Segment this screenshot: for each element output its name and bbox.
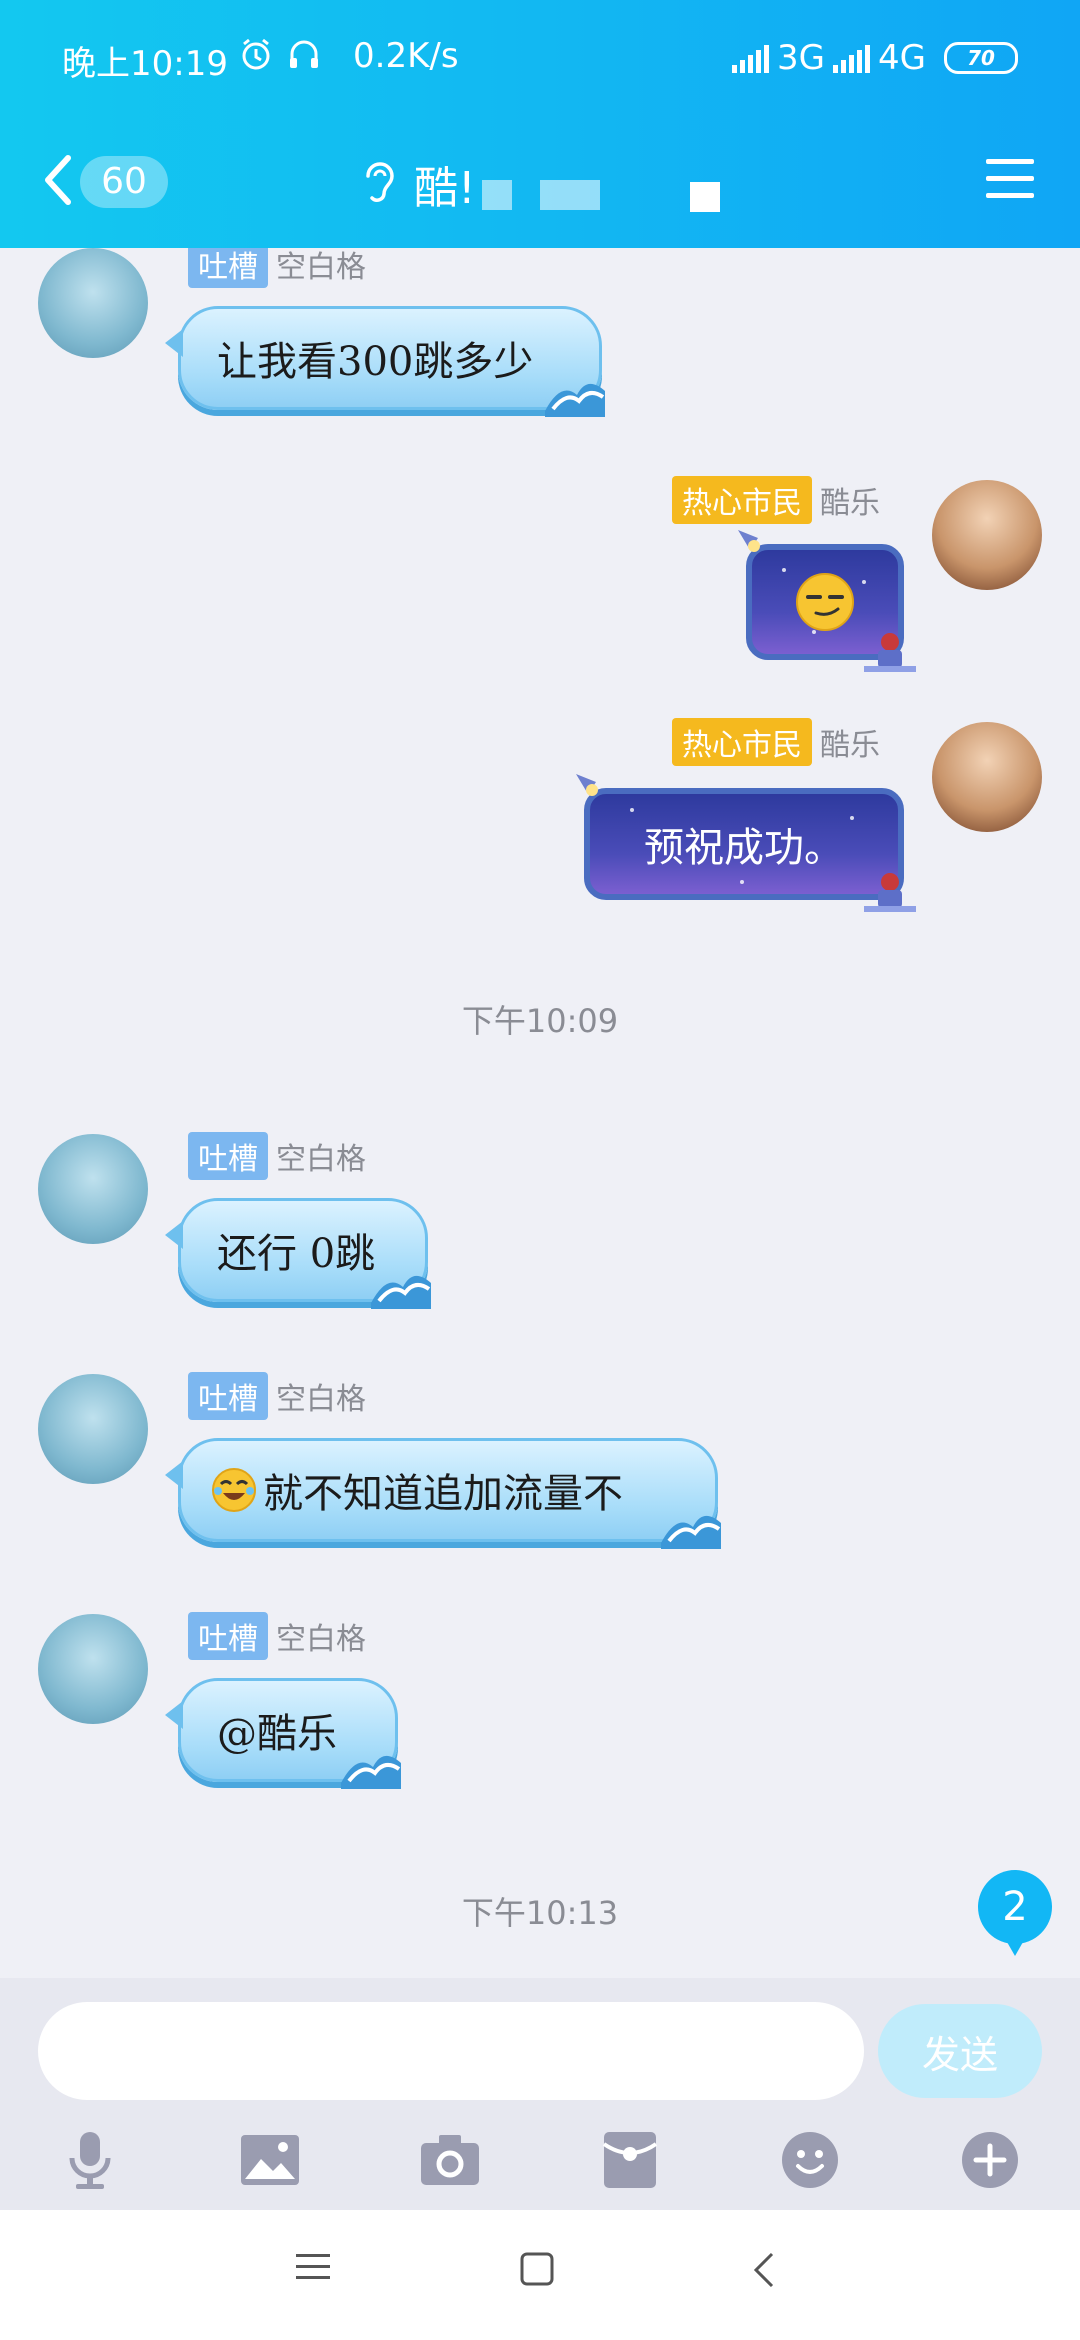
message-bubble[interactable]: 还行 0跳 (165, 1198, 431, 1309)
chat-navbar: 60 酷! (0, 130, 1080, 230)
member-tag: 吐槽 (188, 1372, 268, 1420)
network-type-1: 3G (777, 38, 826, 78)
laugh-cry-emoji-icon (212, 1468, 256, 1512)
member-tag: 吐槽 (188, 1132, 268, 1180)
wave-decoration-icon (661, 1515, 721, 1549)
top-bar: 晚上10:19 0.2K/s 3G 4G 70 60 酷! (0, 0, 1080, 248)
avatar[interactable] (38, 1374, 148, 1484)
desk-decoration-icon (864, 633, 916, 672)
battery-icon: 70 (944, 42, 1018, 74)
menu-icon (984, 159, 1036, 206)
message-bubble[interactable]: 预祝成功。 (576, 774, 916, 912)
red-packet-icon[interactable] (598, 2128, 662, 2192)
recent-apps-button[interactable] (296, 2252, 330, 2286)
wave-decoration-icon (371, 1275, 431, 1309)
signal-icon (732, 43, 770, 73)
message-bubble[interactable]: 让我看300跳多少 (165, 306, 605, 417)
mic-icon[interactable] (58, 2128, 122, 2192)
status-bar: 晚上10:19 0.2K/s 3G 4G 70 (0, 0, 1080, 120)
wave-decoration-icon (545, 383, 605, 417)
back-unread-count: 60 (80, 156, 168, 208)
ear-icon (360, 156, 400, 212)
input-toolbar (0, 2118, 1080, 2198)
timestamp: 下午10:09 (461, 1002, 619, 1040)
message-text: 让我看300跳多少 (217, 339, 534, 385)
avatar[interactable] (38, 1134, 148, 1244)
battery-level: 70 (967, 46, 995, 70)
signal-icon-2 (833, 43, 871, 73)
sender-row: 吐槽 空白格 (188, 1372, 366, 1420)
back-button[interactable]: 60 (40, 152, 168, 212)
chat-title-text: 酷! (414, 163, 476, 214)
status-time: 晚上10:19 (62, 44, 228, 84)
emoji-icon[interactable] (778, 2128, 842, 2192)
member-tag: 吐槽 (188, 248, 268, 288)
redaction-block (540, 180, 600, 210)
message-bubble[interactable] (738, 530, 916, 672)
back-chevron-icon (40, 152, 74, 212)
sender-name: 酷乐 (820, 486, 880, 521)
unread-badge[interactable]: 2 (978, 1870, 1052, 1956)
sender-name: 酷乐 (820, 728, 880, 763)
network-type-2: 4G (878, 38, 926, 78)
redaction-block (690, 182, 720, 212)
member-tag: 热心市民 (672, 718, 812, 766)
image-icon[interactable] (238, 2128, 302, 2192)
chat-title[interactable]: 酷! (360, 152, 476, 216)
sender-row: 吐槽 空白格 (188, 1612, 366, 1660)
sender-name: 空白格 (276, 1382, 366, 1417)
camera-icon[interactable] (418, 2128, 482, 2192)
network-speed: 0.2K/s (353, 36, 459, 76)
status-right: 3G 4G 70 (732, 38, 1018, 78)
member-tag: 吐槽 (188, 1612, 268, 1660)
sender-name: 空白格 (276, 1622, 366, 1657)
menu-button[interactable] (984, 156, 1036, 206)
message-text: 预祝成功。 (644, 825, 844, 871)
system-navigation-bar (0, 2210, 1080, 2340)
send-button[interactable]: 发送 (878, 2004, 1042, 2098)
avatar[interactable] (932, 480, 1042, 590)
message-text: 就不知道追加流量不 (263, 1471, 623, 1517)
timestamp: 下午10:13 (461, 1894, 619, 1932)
desk-decoration-icon (864, 873, 916, 912)
sender-row: 吐槽 空白格 (188, 248, 366, 288)
redaction-block (482, 180, 512, 210)
sender-row: 吐槽 空白格 (188, 1132, 366, 1180)
avatar[interactable] (38, 248, 148, 358)
member-tag: 热心市民 (672, 476, 812, 524)
message-bubble[interactable]: @酷乐 (165, 1678, 401, 1789)
message-text: 还行 0跳 (217, 1231, 376, 1277)
avatar[interactable] (38, 1614, 148, 1724)
message-input[interactable] (38, 2002, 864, 2100)
avatar[interactable] (932, 722, 1042, 832)
wave-decoration-icon (341, 1755, 401, 1789)
message-text: @酷乐 (217, 1711, 337, 1757)
sender-row: 热心市民 酷乐 (672, 476, 880, 524)
headset-icon (286, 36, 322, 76)
smirk-emoji-icon (796, 573, 854, 631)
lamp-decoration-icon (738, 530, 760, 552)
input-bar: 发送 (0, 1978, 1080, 2210)
home-button[interactable] (520, 2252, 554, 2290)
sender-name: 空白格 (276, 1142, 366, 1177)
lamp-decoration-icon (576, 774, 598, 796)
back-nav-button[interactable] (752, 2252, 776, 2292)
alarm-icon (238, 36, 274, 76)
plus-icon[interactable] (958, 2128, 1022, 2192)
message-bubble[interactable]: 就不知道追加流量不 (165, 1438, 721, 1549)
sender-name: 空白格 (276, 250, 366, 285)
sender-row: 热心市民 酷乐 (672, 718, 880, 766)
chat-messages[interactable]: 吐槽 空白格 让我看300跳多少 热心市民 酷乐 热心市民 酷乐 预祝成功。 下… (0, 248, 1080, 1978)
